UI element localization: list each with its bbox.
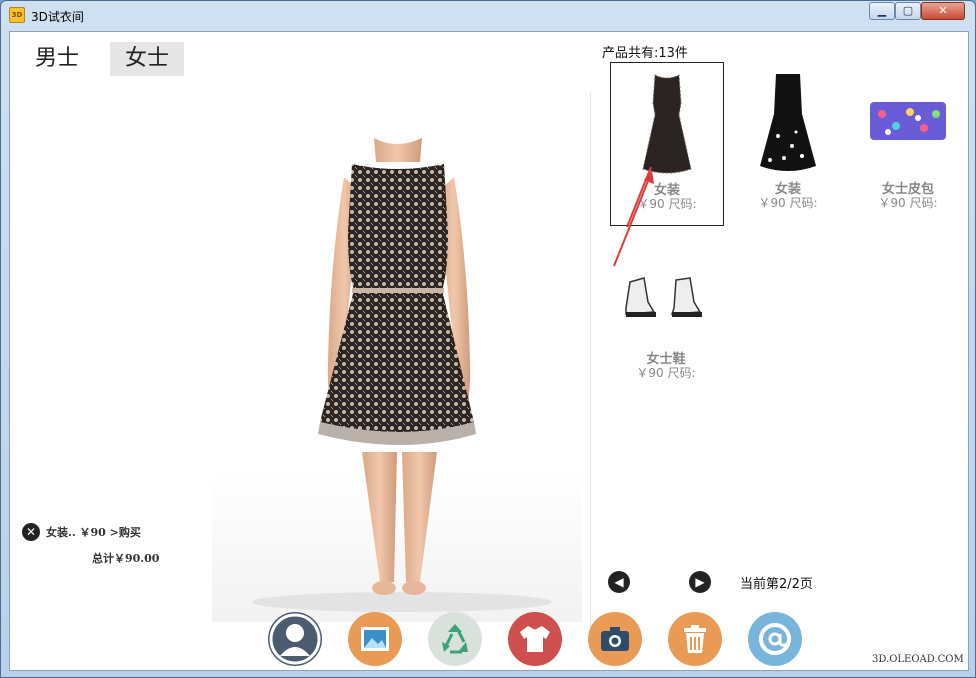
clothes-button[interactable]: [508, 612, 562, 666]
camera-icon: [601, 627, 629, 651]
product-count: 产品共有:13件: [602, 46, 688, 61]
image-icon: [361, 627, 389, 651]
page-indicator: 当前第2/2页: [740, 577, 813, 592]
window-title: 3D试衣间: [31, 10, 84, 24]
camera-button[interactable]: [588, 612, 642, 666]
at-icon: [759, 623, 791, 655]
mannequin-figure: [252, 138, 552, 612]
sequin-clutch-icon: [870, 102, 946, 140]
share-button[interactable]: [748, 612, 802, 666]
mannequin-stage: [212, 112, 582, 622]
user-button[interactable]: [268, 612, 322, 666]
title-bar[interactable]: 3D 3D试衣间 ▁ ▢ ✕: [1, 1, 975, 31]
app-window: 3D 3D试衣间 ▁ ▢ ✕ 男士 女士 ✕ 女装.. ￥90 >购买 总计￥9…: [0, 0, 976, 678]
trash-icon: [684, 625, 706, 653]
tab-men[interactable]: 男士: [20, 42, 94, 76]
tab-women[interactable]: 女士: [110, 42, 184, 76]
product-price: ￥90 尺码:: [878, 196, 938, 210]
cart-total: 总计￥90.00: [92, 552, 160, 565]
panel-divider: [590, 92, 591, 632]
floral-dress-icon: [760, 74, 816, 171]
sneakers-icon: [625, 277, 702, 317]
next-page-button[interactable]: ▶: [689, 571, 711, 593]
product-card[interactable]: 女装 ￥90 尺码:: [732, 62, 846, 226]
product-card[interactable]: 女士鞋 ￥90 尺码:: [610, 232, 724, 396]
cart-remove-button[interactable]: ✕: [22, 523, 40, 541]
minimize-button[interactable]: ▁: [869, 2, 895, 20]
watermark: 3D.OLEOAD.COM: [872, 654, 964, 665]
image-button[interactable]: [348, 612, 402, 666]
product-price: ￥90 尺码:: [636, 366, 696, 380]
cart-item-buy-link[interactable]: 女装.. ￥90 >购买: [46, 524, 141, 540]
shirt-icon: [520, 626, 550, 652]
recycle-icon: [442, 624, 468, 654]
fitting-room-panel: 男士 女士 ✕ 女装.. ￥90 >购买 总计￥90.00 产品共有:13件 女…: [9, 31, 969, 671]
maximize-button[interactable]: ▢: [895, 2, 921, 20]
app-icon: 3D: [9, 7, 25, 23]
close-button[interactable]: ✕: [921, 2, 965, 20]
delete-button[interactable]: [668, 612, 722, 666]
recycle-button[interactable]: [428, 612, 482, 666]
product-card[interactable]: 女士皮包 ￥90 尺码:: [852, 62, 966, 226]
prev-page-button[interactable]: ◀: [608, 571, 630, 593]
user-icon: [269, 613, 321, 665]
product-price: ￥90 尺码:: [758, 196, 818, 210]
